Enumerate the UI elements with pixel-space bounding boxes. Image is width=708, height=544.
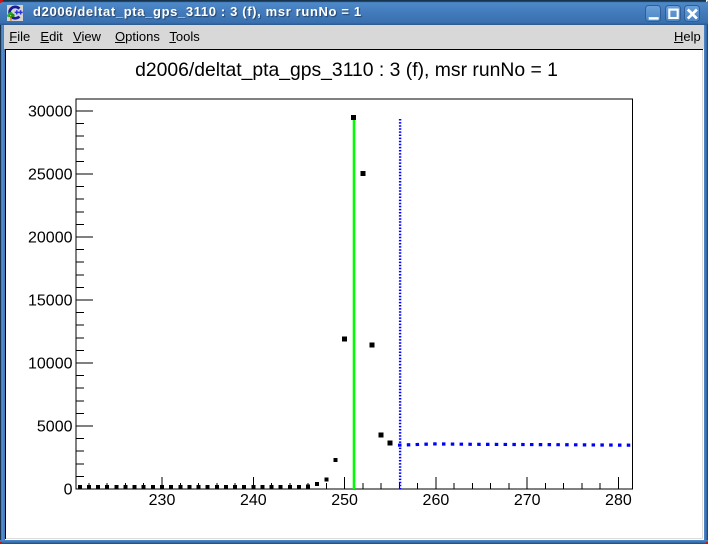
svg-text:30000: 30000 [28, 104, 73, 121]
svg-text:0: 0 [64, 482, 73, 499]
svg-text:5000: 5000 [37, 419, 73, 436]
svg-text:230: 230 [149, 492, 176, 509]
svg-text:25000: 25000 [28, 167, 73, 184]
svg-text:270: 270 [514, 492, 541, 509]
svg-text:20000: 20000 [28, 230, 73, 247]
svg-text:d2006/deltat_pta_gps_3110 : 3: d2006/deltat_pta_gps_3110 : 3 (f), msr r… [135, 59, 558, 81]
svg-text:250: 250 [331, 492, 358, 509]
svg-text:15000: 15000 [28, 293, 73, 310]
svg-text:280: 280 [605, 492, 632, 509]
svg-text:240: 240 [240, 492, 267, 509]
svg-text:260: 260 [423, 492, 450, 509]
svg-text:10000: 10000 [28, 356, 73, 373]
